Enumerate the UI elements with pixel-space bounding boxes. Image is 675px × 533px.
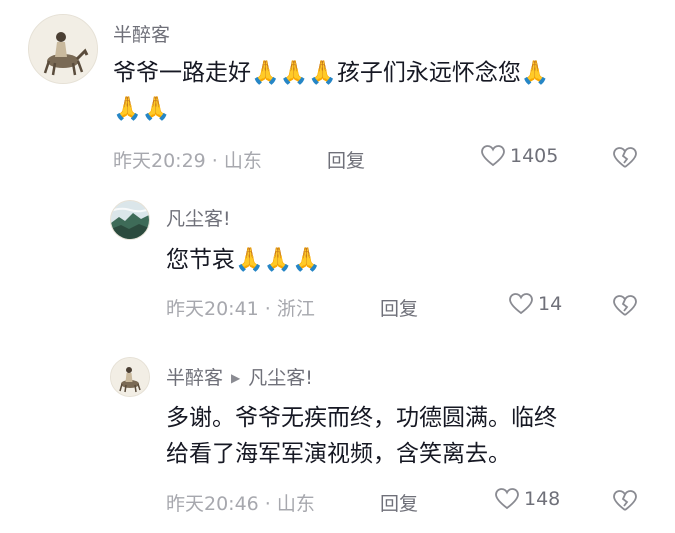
comment-3: 半醉客 ▶ 凡尘客! 多谢。爷爷无疾而终，功德圆满。临终 给看了海军军演视频，含笑离… <box>0 345 675 533</box>
location: 浙江 <box>276 298 315 320</box>
like-button[interactable]: 148 <box>494 487 560 511</box>
comment-text: 爷爷一路走好🙏🙏🙏孩子们永远怀念您🙏 🙏🙏 <box>113 55 653 127</box>
timestamp: 昨天20:29 <box>113 150 206 172</box>
username[interactable]: 半醉客 <box>166 367 223 389</box>
reply-button[interactable]: 回复 <box>327 146 365 173</box>
comment-text: 多谢。爷爷无疾而终，功德圆满。临终 给看了海军军演视频，含笑离去。 <box>166 400 656 472</box>
location: 山东 <box>276 493 315 515</box>
avatar[interactable] <box>110 357 150 397</box>
avatar[interactable] <box>110 200 150 240</box>
reply-header: 半醉客 ▶ 凡尘客! <box>166 363 313 390</box>
comment-text-line-2: 🙏🙏 <box>113 96 171 122</box>
comment-meta: 昨天20:29 · 山东 <box>113 146 262 173</box>
comment-text-line-1: 多谢。爷爷无疾而终，功德圆满。临终 <box>166 405 557 431</box>
separator-dot: · <box>264 298 271 320</box>
like-button[interactable]: 1405 <box>480 144 558 168</box>
heart-outline-icon <box>481 145 505 167</box>
heart-outline-icon <box>495 488 519 510</box>
username[interactable]: 半醉客 <box>113 20 170 47</box>
broken-heart-icon <box>613 147 637 168</box>
like-count: 148 <box>524 488 561 510</box>
like-count: 1405 <box>510 145 559 167</box>
timestamp: 昨天20:41 <box>166 298 259 320</box>
comment-meta: 昨天20:46 · 山东 <box>166 489 315 516</box>
comment-text-line-1: 爷爷一路走好🙏🙏🙏孩子们永远怀念您🙏 <box>113 60 550 86</box>
dislike-button[interactable] <box>612 294 638 322</box>
comment-text: 您节哀🙏🙏🙏 <box>166 242 646 278</box>
separator-dot: · <box>211 150 218 172</box>
comment-text-line-2: 给看了海军军演视频，含笑离去。 <box>166 441 511 467</box>
avatar-image <box>29 15 97 83</box>
comment-1: 半醉客 爷爷一路走好🙏🙏🙏孩子们永远怀念您🙏 🙏🙏 昨天20:29 · 山东 回复 … <box>0 0 675 190</box>
like-button[interactable]: 14 <box>508 292 562 316</box>
reply-button[interactable]: 回复 <box>380 294 418 321</box>
dislike-button[interactable] <box>612 146 638 174</box>
reply-button[interactable]: 回复 <box>380 489 418 516</box>
triangle-right-icon: ▶ <box>231 371 241 385</box>
separator-dot: · <box>264 493 271 515</box>
heart-outline-icon <box>509 293 533 315</box>
comment-meta: 昨天20:41 · 浙江 <box>166 294 315 321</box>
avatar-image <box>111 358 149 396</box>
broken-heart-icon <box>613 295 637 316</box>
avatar-image <box>111 201 149 239</box>
reply-to-username[interactable]: 凡尘客! <box>248 367 313 389</box>
timestamp: 昨天20:46 <box>166 493 259 515</box>
like-count: 14 <box>538 293 563 315</box>
dislike-button[interactable] <box>612 489 638 517</box>
location: 山东 <box>223 150 262 172</box>
comment-2: 凡尘客! 您节哀🙏🙏🙏 昨天20:41 · 浙江 回复 14 <box>0 190 675 345</box>
broken-heart-icon <box>613 490 637 511</box>
username[interactable]: 凡尘客! <box>166 204 231 231</box>
comment-text-line-1: 您节哀🙏🙏🙏 <box>166 247 321 273</box>
avatar[interactable] <box>28 14 98 84</box>
